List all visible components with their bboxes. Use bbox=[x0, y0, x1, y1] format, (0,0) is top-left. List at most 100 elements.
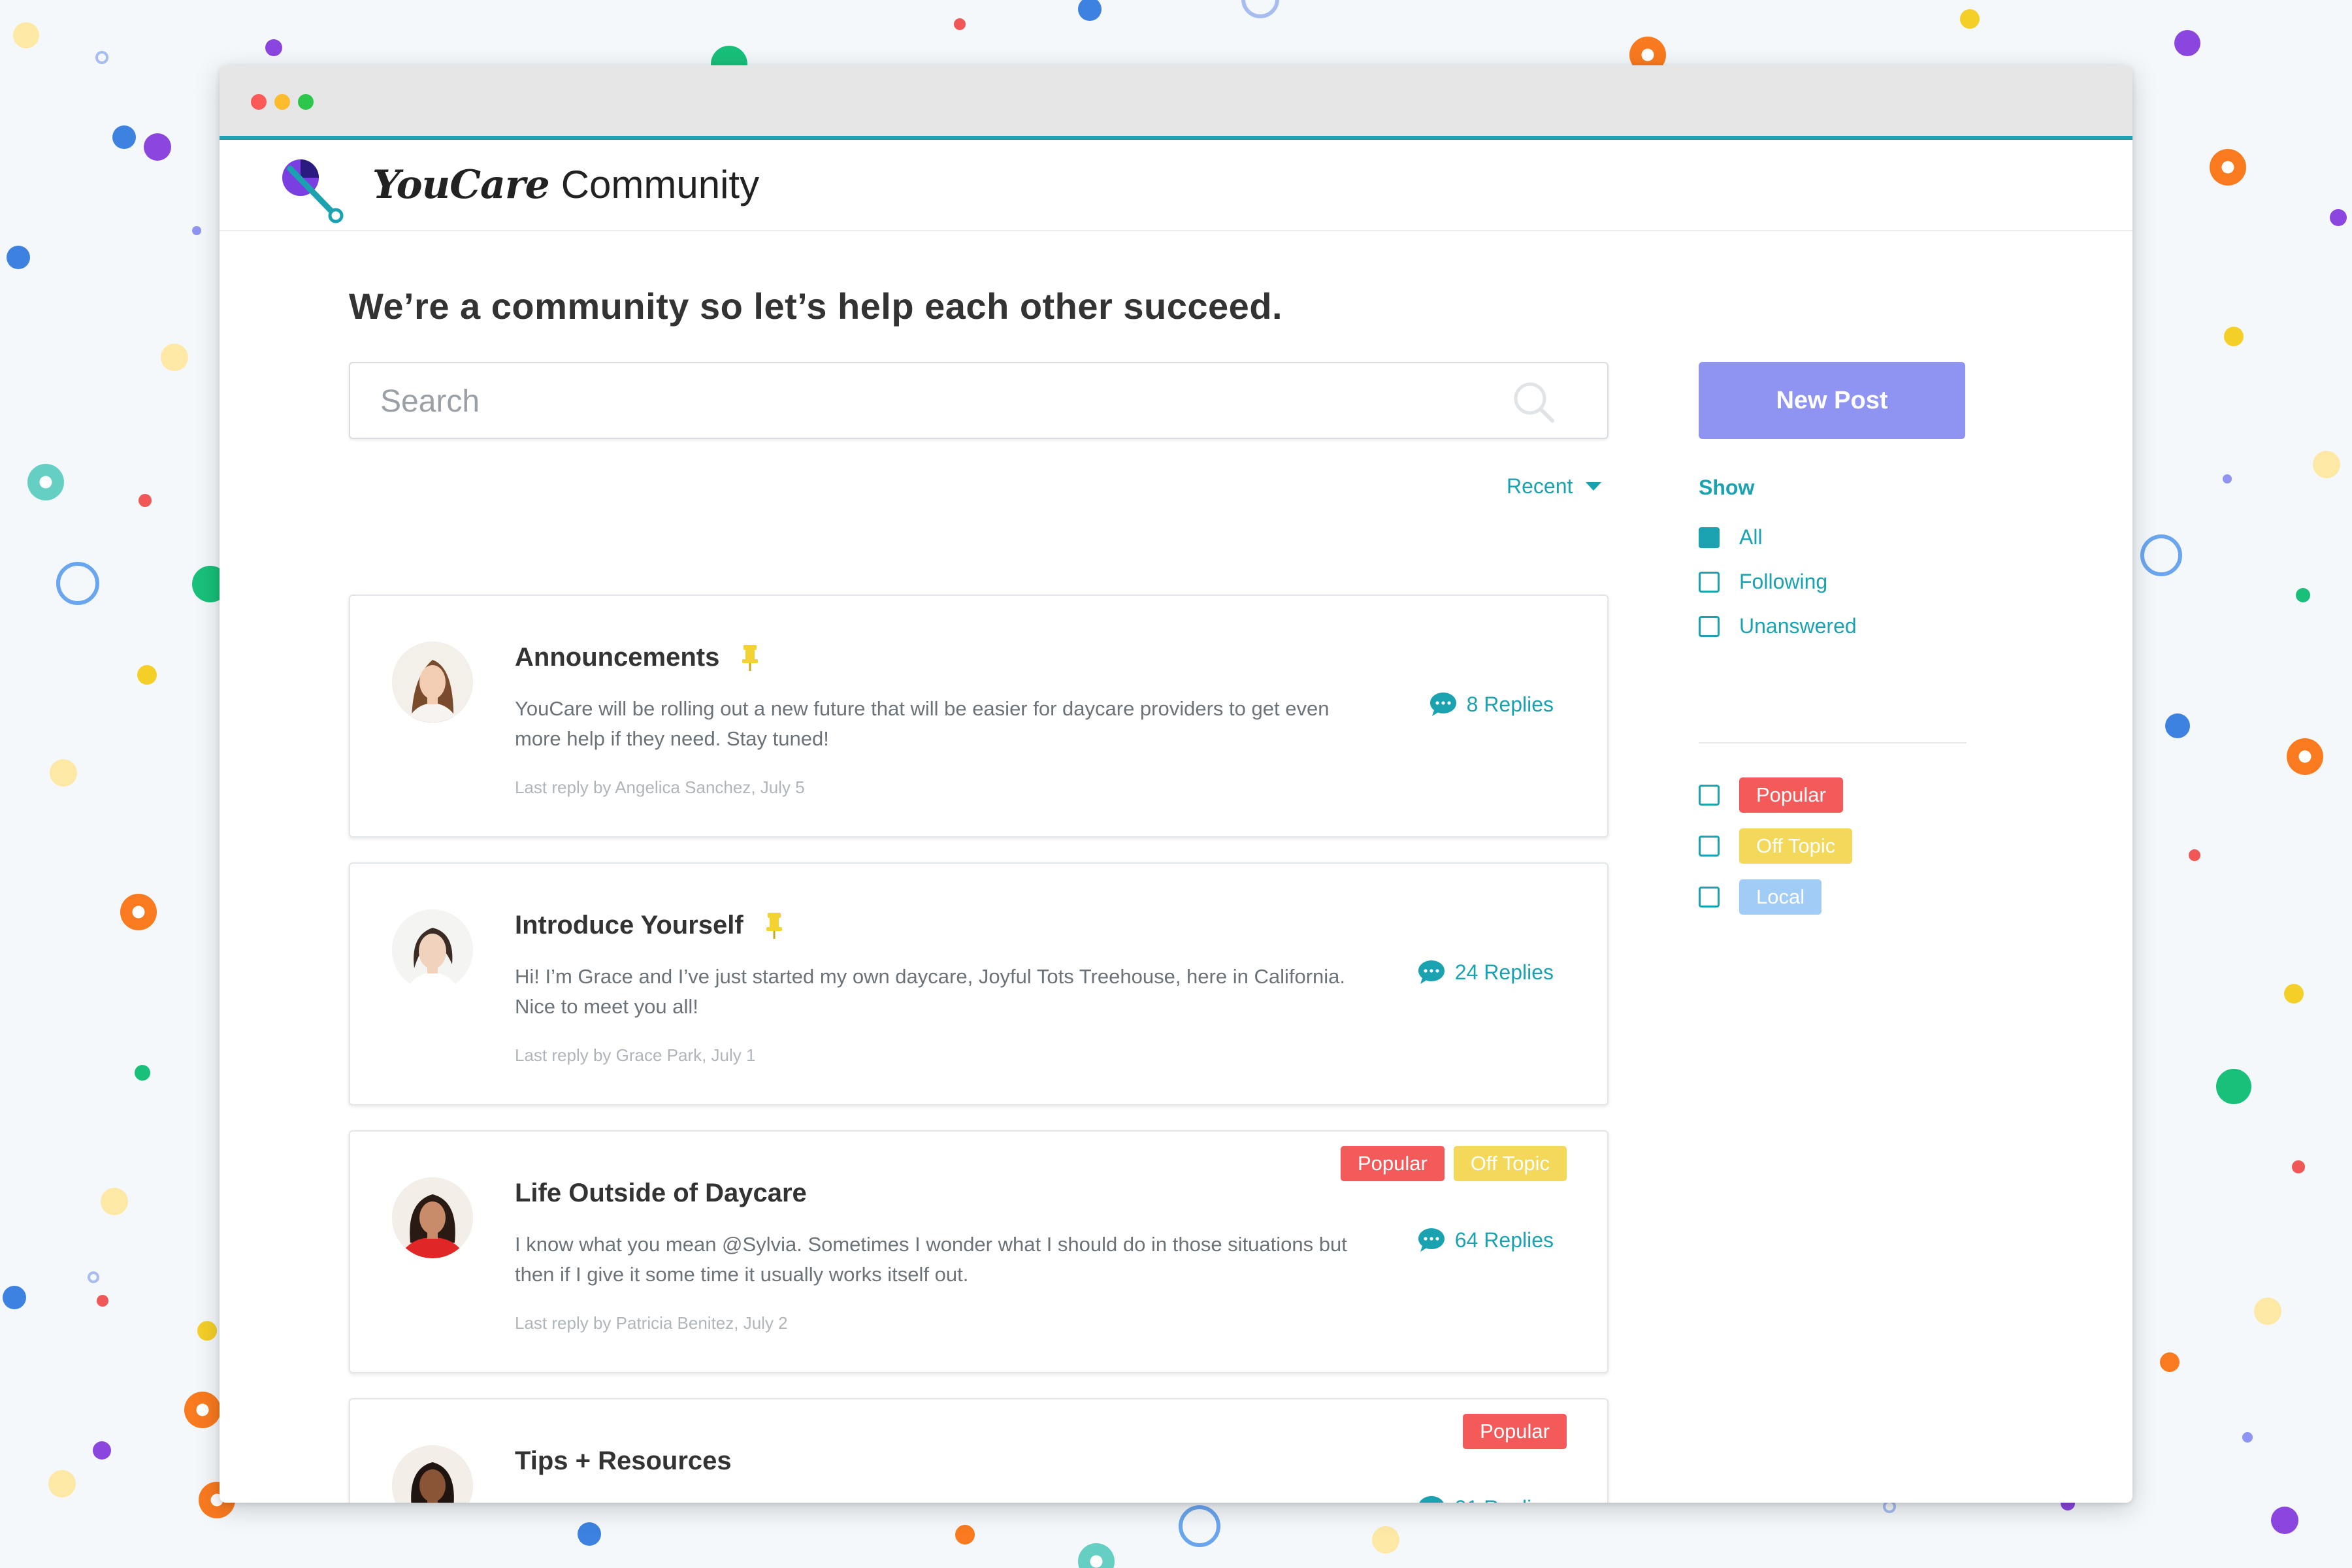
show-filter-label: Show bbox=[1699, 476, 1755, 499]
avatar[interactable] bbox=[392, 1445, 473, 1503]
confetti-dot bbox=[954, 18, 966, 30]
avatar[interactable] bbox=[392, 909, 473, 990]
app-title-word: Community bbox=[561, 163, 760, 206]
confetti-dot bbox=[2284, 984, 2304, 1004]
confetti-dot bbox=[2271, 1507, 2298, 1534]
confetti-target bbox=[120, 894, 157, 930]
replies-link[interactable]: 31 Replies bbox=[1417, 1495, 1554, 1503]
confetti-dot bbox=[2224, 327, 2244, 346]
confetti-dot bbox=[135, 1065, 150, 1081]
confetti-target bbox=[2210, 149, 2246, 186]
tag-off-topic[interactable]: Off Topic bbox=[1453, 1146, 1567, 1181]
replies-link[interactable]: 64 Replies bbox=[1417, 1227, 1554, 1253]
confetti-dot bbox=[1372, 1526, 1399, 1554]
filter-all-checkbox[interactable] bbox=[1699, 527, 1720, 548]
sort-dropdown[interactable]: Recent bbox=[1507, 474, 1602, 498]
avatar[interactable] bbox=[392, 642, 473, 723]
filter-following-label: Following bbox=[1739, 570, 1828, 593]
sidebar-divider bbox=[1699, 742, 1967, 743]
replies-count: 64 Replies bbox=[1454, 1228, 1554, 1252]
confetti-dot bbox=[578, 1522, 601, 1546]
filter-unanswered-checkbox[interactable] bbox=[1699, 615, 1720, 637]
tag-off-topic[interactable]: Off Topic bbox=[1739, 828, 1853, 864]
confetti-dot bbox=[265, 39, 282, 56]
confetti-dot bbox=[197, 1321, 217, 1341]
confetti-dot bbox=[2165, 713, 2190, 738]
filter-unanswered-label: Unanswered bbox=[1739, 614, 1857, 638]
app-header: YouCare Community bbox=[220, 140, 2132, 231]
browser-window: YouCare Community We’re a community so l… bbox=[220, 65, 2132, 1503]
confetti-dot bbox=[3, 1286, 26, 1309]
confetti-dot bbox=[2313, 451, 2340, 478]
tag-filter-off-topic[interactable]: Off Topic bbox=[1699, 828, 1853, 864]
confetti-dot bbox=[161, 344, 188, 371]
replies-link[interactable]: 24 Replies bbox=[1417, 959, 1554, 985]
tag-filter-off-topic-checkbox[interactable] bbox=[1699, 836, 1720, 857]
confetti-dot bbox=[2223, 474, 2232, 483]
confetti-dot bbox=[1960, 9, 1980, 29]
confetti-dot bbox=[2296, 588, 2310, 602]
post-title[interactable]: Tips + Resources bbox=[515, 1446, 732, 1476]
confetti-dot bbox=[48, 1470, 76, 1497]
confetti-dot bbox=[7, 246, 30, 269]
post-excerpt: I know what you mean @Sylvia. Sometimes … bbox=[515, 1233, 1347, 1286]
tag-popular[interactable]: Popular bbox=[1340, 1146, 1445, 1181]
app-title-script: YouCare bbox=[372, 162, 550, 208]
post-title-text: Introduce Yourself bbox=[515, 911, 743, 939]
tag-local[interactable]: Local bbox=[1739, 879, 1822, 915]
post-card-introduce-yourself[interactable]: Introduce Yourself Hi! I’m Grace and I’v… bbox=[349, 862, 1609, 1105]
post-title[interactable]: Introduce Yourself bbox=[515, 911, 783, 940]
pin-icon bbox=[742, 644, 759, 671]
replies-link[interactable]: 8 Replies bbox=[1429, 691, 1554, 717]
close-window-button[interactable] bbox=[251, 94, 267, 110]
confetti-dot bbox=[955, 1525, 975, 1544]
post-card-life-outside-of-daycare[interactable]: Popular Off Topic Life Outside of Daycar… bbox=[349, 1130, 1609, 1373]
post-card-announcements[interactable]: Announcements YouCare will be rolling ou… bbox=[349, 595, 1609, 838]
post-last-reply: Last reply by Angelica Sanchez, July 5 bbox=[515, 777, 805, 797]
confetti-dot bbox=[2330, 209, 2347, 226]
confetti-ring bbox=[88, 1271, 99, 1283]
post-title[interactable]: Announcements bbox=[515, 643, 759, 672]
post-title-text: Tips + Resources bbox=[515, 1446, 732, 1475]
new-post-button[interactable]: New Post bbox=[1699, 362, 1965, 439]
confetti-dot bbox=[139, 494, 152, 507]
chat-bubble-icon bbox=[1429, 693, 1456, 716]
post-excerpt: YouCare will be rolling out a new future… bbox=[515, 697, 1330, 750]
post-card-tips-resources[interactable]: Popular Tips + Resources I thought I'd s… bbox=[349, 1398, 1609, 1503]
minimize-window-button[interactable] bbox=[274, 94, 290, 110]
youcare-logo-icon[interactable] bbox=[278, 155, 350, 227]
post-excerpt: I thought I'd share with @everyone this … bbox=[515, 1497, 1364, 1503]
tag-popular[interactable]: Popular bbox=[1739, 777, 1843, 813]
main-content: We’re a community so let’s help each oth… bbox=[220, 231, 2132, 1503]
post-title[interactable]: Life Outside of Daycare bbox=[515, 1179, 807, 1208]
search-icon[interactable] bbox=[1511, 379, 1558, 426]
confetti-dot bbox=[137, 665, 157, 685]
replies-count: 31 Replies bbox=[1455, 1496, 1554, 1503]
search-bar[interactable] bbox=[349, 362, 1609, 439]
filter-all[interactable]: All bbox=[1699, 525, 1763, 549]
avatar[interactable] bbox=[392, 1177, 473, 1258]
tag-filter-popular[interactable]: Popular bbox=[1699, 777, 1843, 813]
tag-filter-local[interactable]: Local bbox=[1699, 879, 1822, 915]
confetti-dot bbox=[2189, 849, 2200, 861]
filter-unanswered[interactable]: Unanswered bbox=[1699, 614, 1857, 638]
app-title[interactable]: YouCare Community bbox=[372, 162, 759, 208]
filter-following-checkbox[interactable] bbox=[1699, 571, 1720, 593]
tag-filter-popular-checkbox[interactable] bbox=[1699, 785, 1720, 806]
replies-count: 24 Replies bbox=[1454, 960, 1554, 984]
confetti-dot bbox=[1078, 0, 1102, 21]
confetti-dot bbox=[93, 1441, 111, 1460]
filter-following[interactable]: Following bbox=[1699, 570, 1827, 594]
confetti-dot bbox=[144, 133, 171, 161]
tag-popular[interactable]: Popular bbox=[1463, 1414, 1567, 1449]
search-input[interactable] bbox=[380, 379, 1491, 423]
confetti-dot bbox=[2292, 1160, 2305, 1173]
confetti-ring bbox=[1241, 0, 1279, 18]
tag-filter-local-checkbox[interactable] bbox=[1699, 887, 1720, 907]
post-title-text: Life Outside of Daycare bbox=[515, 1179, 807, 1207]
confetti-ring bbox=[95, 51, 108, 64]
confetti-dot bbox=[2174, 30, 2200, 56]
maximize-window-button[interactable] bbox=[298, 94, 314, 110]
post-tags: Popular bbox=[1463, 1414, 1567, 1449]
replies-count: 8 Replies bbox=[1466, 692, 1554, 716]
